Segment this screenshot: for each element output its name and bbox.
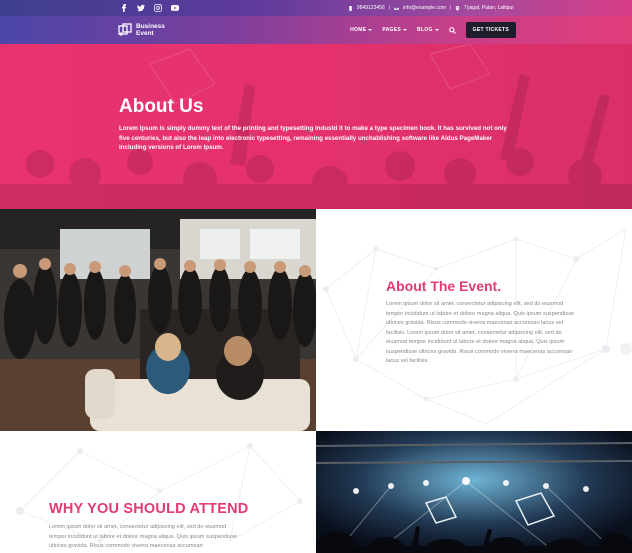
nav-item-label: PAGES [382,27,401,33]
site-logo[interactable]: Business Event [118,23,165,37]
why-attend-title: WHY YOU SHOULD ATTEND [49,501,249,517]
separator: | [449,5,452,11]
contact-info: 9849123456 | info@example.com | Tyagal, … [348,5,514,11]
page-title: About Us [119,96,204,117]
contact-address: Tyagal, Patan, Lalitpur [464,5,514,11]
nav-item-label: HOME [350,27,367,33]
social-links [118,3,180,14]
hero-description: Lorem Ipsum is simply dummy text of the … [119,125,507,151]
twitter-icon[interactable] [135,3,146,14]
why-attend-text: Lorem ipsum dolor sit amet, consectetur … [49,524,238,549]
nav-menu: HOME PAGES BLOG GET TICKETS [350,22,516,38]
about-event-title: About The Event. [386,278,502,294]
why-attend-section: WHY YOU SHOULD ATTEND Lorem ipsum dolor … [0,431,316,553]
nav-item-blog[interactable]: BLOG [417,27,439,33]
contact-email[interactable]: info@example.com [403,5,446,11]
facebook-icon[interactable] [118,3,129,14]
hero-banner: About Us Lorem Ipsum is simply dummy tex… [0,44,632,209]
logo-text-line2: Event [136,30,154,37]
nav-item-label: BLOG [416,27,433,33]
business-event-logo-icon [118,23,132,36]
nav-item-home[interactable]: HOME [350,27,373,33]
about-event-text: Lorem ipsum dolor sit amet, consectetur … [386,301,575,364]
search-icon[interactable] [448,26,456,34]
youtube-icon[interactable] [169,3,180,14]
chevron-down-icon [434,29,439,31]
contact-phone[interactable]: 9849123456 [357,5,385,11]
chevron-down-icon [402,29,407,31]
phone-icon [349,5,352,11]
top-bar: 9849123456 | info@example.com | Tyagal, … [0,0,632,16]
separator: | [388,5,391,11]
nav-item-pages[interactable]: PAGES [382,27,407,33]
event-audience-photo [0,209,316,431]
get-tickets-button[interactable]: GET TICKETS [465,22,516,38]
location-pin-icon [455,5,460,11]
instagram-icon[interactable] [152,3,163,14]
concert-stage-photo [316,431,632,553]
main-navbar: Business Event HOME PAGES BLOG GET TICKE… [0,16,632,44]
about-event-section: About The Event. Lorem ipsum dolor sit a… [316,209,632,431]
logo-text-line1: Business [136,23,165,30]
chevron-down-icon [368,29,373,31]
mail-icon [394,6,400,10]
